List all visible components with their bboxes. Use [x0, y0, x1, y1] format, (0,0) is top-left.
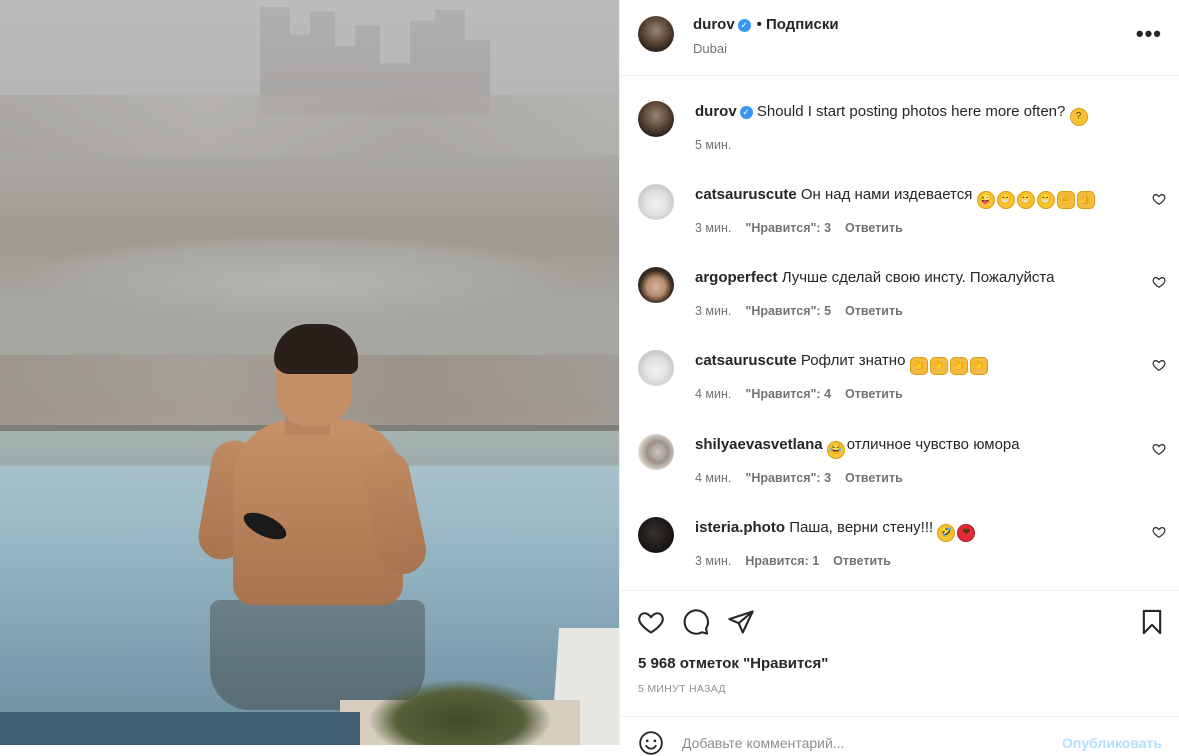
- emoji-picker-icon[interactable]: [638, 730, 664, 756]
- share-icon[interactable]: [727, 608, 755, 636]
- palm-island: [20, 235, 580, 330]
- author-avatar[interactable]: [638, 16, 674, 52]
- post-header: durov ✓ • Подписки Dubai •••: [620, 0, 1179, 76]
- comment-likes[interactable]: "Нравится": 3: [745, 221, 831, 235]
- emoji-icon: 👏: [969, 357, 988, 375]
- comment-text: catsauruscute Рофлит знатно 👏 👏 👏 👏: [695, 351, 1135, 375]
- bookmark-icon[interactable]: [1138, 608, 1166, 636]
- comment-time[interactable]: 3 мин.: [695, 221, 731, 235]
- post-side-panel: durov ✓ • Подписки Dubai ••• durov ✓ Should …: [619, 0, 1179, 755]
- comment-body: Рофлит знатно: [800, 352, 906, 369]
- pool-ledge: [0, 712, 360, 745]
- commenter-avatar[interactable]: [638, 184, 674, 220]
- emoji-icon: 🤣: [937, 524, 956, 542]
- emoji-icon: 😜: [976, 191, 995, 209]
- reply-button[interactable]: Ответить: [833, 554, 891, 568]
- comment-body: Он над нами издевается: [800, 186, 973, 203]
- commenter-avatar[interactable]: [638, 517, 674, 553]
- comment-likes[interactable]: "Нравится": 4: [745, 387, 831, 401]
- emoji-icon: ❤: [957, 524, 976, 542]
- verified-icon: ✓: [737, 19, 751, 32]
- caption-meta: 5 мин.: [695, 138, 745, 152]
- more-options-icon[interactable]: •••: [1136, 23, 1162, 45]
- man-hair: [274, 324, 358, 374]
- comment-likes[interactable]: Нравится: 1: [745, 554, 819, 568]
- emoji-icon: 👏: [929, 357, 948, 375]
- haze-band: [0, 95, 619, 155]
- comment-meta: 4 мин. "Нравится": 3 Ответить: [695, 471, 917, 485]
- caption-username[interactable]: durov: [695, 103, 737, 120]
- add-comment-bar: Опубликовать: [620, 716, 1179, 755]
- caption-body: Should I start posting photos here more …: [756, 103, 1066, 120]
- separator-dot: •: [756, 16, 762, 33]
- comment-text: catsauruscute Он над нами издевается 😜 😁 😁…: [695, 185, 1135, 209]
- post-actions: 5 968 отметок "Нравится" 5 МИНУТ НАЗАД: [620, 590, 1179, 721]
- author-avatar[interactable]: [638, 101, 674, 137]
- heart-icon[interactable]: [637, 608, 665, 636]
- emoji-icon: 👏: [909, 357, 928, 375]
- commenter-avatar[interactable]: [638, 350, 674, 386]
- comment-time[interactable]: 3 мин.: [695, 304, 731, 318]
- comments-list[interactable]: durov ✓ Should I start posting photos her…: [620, 76, 1179, 590]
- emoji-icon: 😁: [1036, 191, 1055, 209]
- emoji-icon: 😁: [996, 191, 1015, 209]
- comment-meta: 4 мин. "Нравится": 4 Ответить: [695, 387, 917, 401]
- like-comment-heart-icon[interactable]: [1152, 358, 1166, 372]
- likes-count[interactable]: 5 968 отметок "Нравится": [638, 655, 828, 672]
- like-comment-heart-icon[interactable]: [1152, 525, 1166, 539]
- comment-text: shilyaevasvetlana 😂 отличное чувство юмор…: [695, 435, 1135, 459]
- commenter-avatar[interactable]: [638, 434, 674, 470]
- comment-body: Паша, верни стену!!!: [789, 519, 934, 536]
- post-location[interactable]: Dubai: [693, 41, 727, 56]
- emoji-icon: 😂: [826, 441, 845, 459]
- following-button[interactable]: Подписки: [766, 16, 839, 33]
- comment-likes[interactable]: "Нравится": 3: [745, 471, 831, 485]
- comment-text: argoperfect Лучше сделай свою инсту. Пож…: [695, 268, 1135, 288]
- reply-button[interactable]: Ответить: [845, 387, 903, 401]
- comment-body: Лучше сделай свою инсту. Пожалуйста: [781, 269, 1055, 286]
- reply-button[interactable]: Ответить: [845, 221, 903, 235]
- like-comment-heart-icon[interactable]: [1152, 275, 1166, 289]
- comment-username[interactable]: isteria.photo: [695, 519, 785, 536]
- emoji-icon: 👏: [949, 357, 968, 375]
- posted-time[interactable]: 5 МИНУТ НАЗАД: [638, 683, 726, 695]
- comment-likes[interactable]: "Нравится": 5: [745, 304, 831, 318]
- header-user-line: durov ✓ • Подписки: [693, 16, 839, 33]
- comment-username[interactable]: argoperfect: [695, 269, 778, 286]
- reply-button[interactable]: Ответить: [845, 304, 903, 318]
- comment-input[interactable]: [682, 733, 1062, 753]
- comment-meta: 3 мин. Нравится: 1 Ответить: [695, 554, 905, 568]
- caption-text: durov ✓ Should I start posting photos her…: [695, 102, 1135, 126]
- emoji-icon: ✌: [1056, 191, 1075, 209]
- caption-time[interactable]: 5 мин.: [695, 138, 731, 152]
- emoji-icon: 😁: [1016, 191, 1035, 209]
- commenter-avatar[interactable]: [638, 267, 674, 303]
- comment-username[interactable]: shilyaevasvetlana: [695, 436, 823, 453]
- comment-text: isteria.photo Паша, верни стену!!! 🤣 ❤: [695, 518, 1135, 542]
- comment-meta: 3 мин. "Нравится": 3 Ответить: [695, 221, 917, 235]
- comment-username[interactable]: catsauruscute: [695, 352, 797, 369]
- post-photo[interactable]: [0, 0, 619, 745]
- reply-button[interactable]: Ответить: [845, 471, 903, 485]
- comment-meta: 3 мин. "Нравится": 5 Ответить: [695, 304, 917, 318]
- thinking-emoji-icon: ?: [1069, 108, 1088, 126]
- comment-time[interactable]: 4 мин.: [695, 471, 731, 485]
- like-comment-heart-icon[interactable]: [1152, 192, 1166, 206]
- comment-time[interactable]: 3 мин.: [695, 554, 731, 568]
- emoji-icon: 👍: [1076, 191, 1095, 209]
- like-comment-heart-icon[interactable]: [1152, 442, 1166, 456]
- comment-icon[interactable]: [682, 608, 710, 636]
- comment-username[interactable]: catsauruscute: [695, 186, 797, 203]
- verified-icon: ✓: [739, 106, 753, 119]
- publish-button[interactable]: Опубликовать: [1062, 735, 1162, 751]
- comment-time[interactable]: 4 мин.: [695, 387, 731, 401]
- author-username[interactable]: durov: [693, 16, 735, 33]
- comment-body: отличное чувство юмора: [846, 436, 1020, 453]
